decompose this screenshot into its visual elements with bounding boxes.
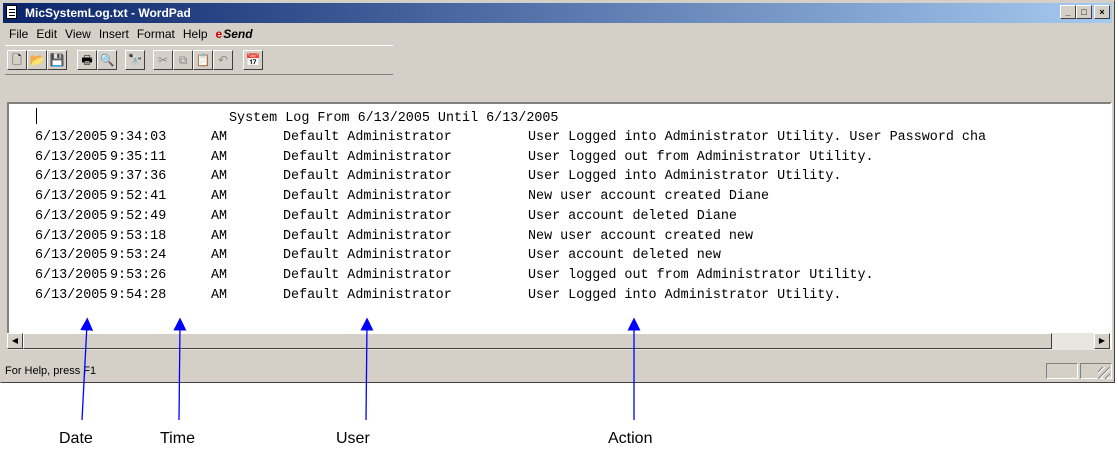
time-arrow xyxy=(173,317,187,421)
action-label: Action xyxy=(608,430,653,447)
user-arrow xyxy=(360,317,374,421)
time-label: Time xyxy=(160,430,195,447)
annotation-arrows xyxy=(80,317,641,421)
date-arrow xyxy=(80,317,94,421)
user-label: User xyxy=(336,430,370,447)
date-label: Date xyxy=(59,430,93,447)
